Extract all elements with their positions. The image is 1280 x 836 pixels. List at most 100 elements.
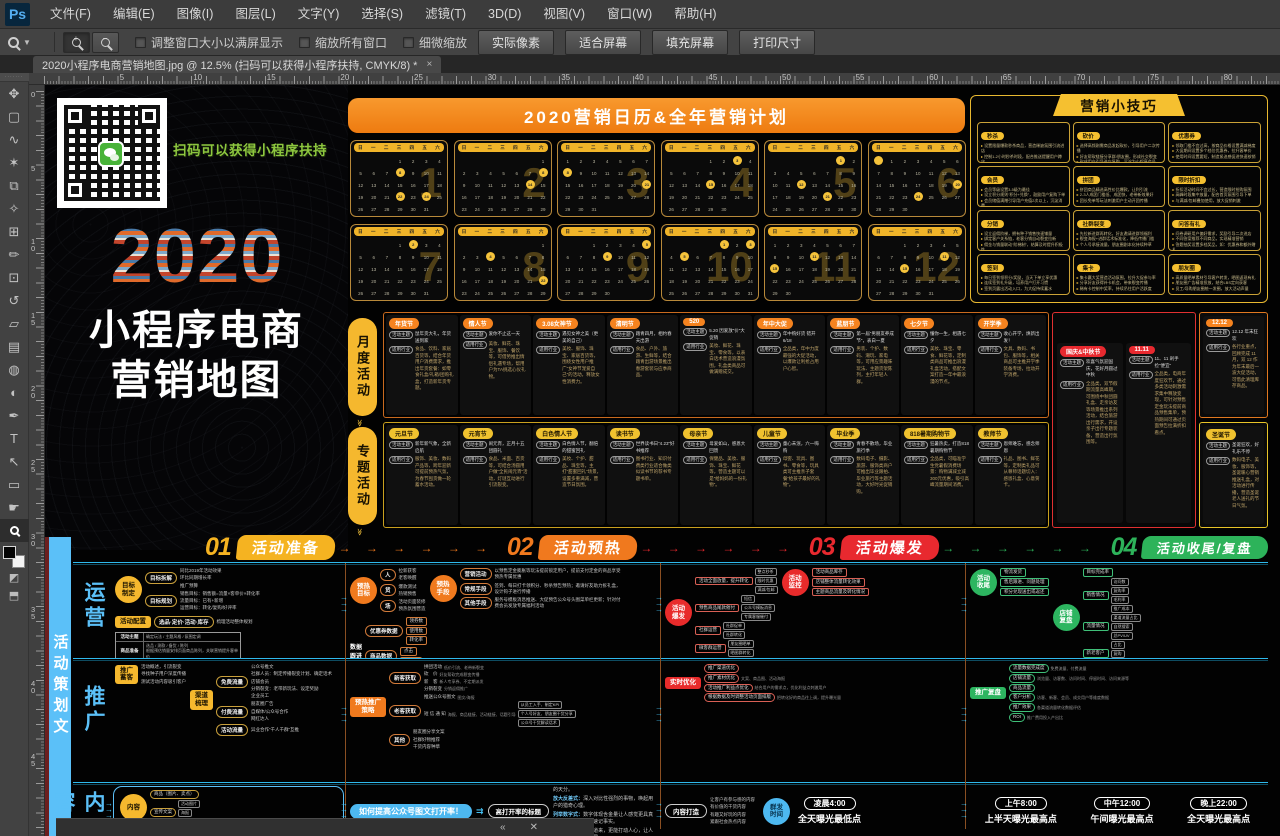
menu-item[interactable]: 选择(S) (350, 0, 414, 29)
path-select-tool[interactable]: ↖ (0, 450, 29, 473)
weekday-label: 日 (462, 145, 467, 151)
shape-tool[interactable]: ▭ (0, 473, 29, 496)
activity-industry: 适用行业全品类，双节假期流量高峰期，可围绕中秋团圆礼盒、走亲访友等场景推出系列活… (1060, 381, 1120, 446)
hand-tool[interactable]: ☛ (0, 496, 29, 519)
mindmap: 店铺 复盘目标完成率销售情况访问数复购率毛利率推广成本流量情况渠道流量占比自然搜… (1053, 568, 1141, 658)
zoom-tool[interactable] (0, 519, 29, 542)
marquee-tool[interactable]: ▢ (0, 105, 29, 128)
calendar-day: 23 (578, 195, 583, 200)
checkbox[interactable] (299, 37, 310, 48)
hidden-window-bar[interactable]: « ✕ (56, 818, 594, 836)
activity-theme: 活动主题世界读书日“4.23”好书推荐 (610, 441, 676, 454)
lasso-tool[interactable]: ∿ (0, 128, 29, 151)
activity-card: 毕业季活动主题青春不散场，毕业旅行季适用行业数码电子、摄影、旅游、服饰类商户可推… (827, 425, 899, 525)
foreground-color-swatch[interactable] (3, 546, 16, 559)
activity-card: 清明节活动主题踏青四月，相约春天出游适用行业食品、户外、旅游、生鲜等，结合踏青出… (607, 315, 679, 415)
crop-tool[interactable]: ⧉ (0, 174, 29, 197)
color-swatches[interactable] (3, 546, 25, 568)
close-icon[interactable]: ✕ (530, 822, 538, 833)
item-row: 社群人员：制定传播裂变计划、确定话术 (251, 671, 332, 677)
gradient-tool[interactable]: ▤ (0, 335, 29, 358)
calendar-day: 2 (606, 243, 609, 248)
healing-brush-tool[interactable]: ⊞ (0, 220, 29, 243)
menu-item[interactable]: 图层(L) (224, 0, 286, 29)
tip-label: 拼团 (1077, 176, 1100, 184)
calendar-day: 3 (425, 159, 428, 164)
weekday-label: 一 (475, 145, 480, 151)
tip-card: 拼团拼团商品精选高性价比爆款，让利引流2-3人成团门槛低、成团快，老带新效果好团… (1073, 166, 1166, 207)
eyedropper-tool[interactable]: ✧ (0, 197, 29, 220)
pen-tool[interactable]: ✒ (0, 404, 29, 427)
calendar-day: 13 (514, 267, 519, 272)
tab-close-icon[interactable]: × (426, 59, 432, 70)
map-item: 流量情况 (1083, 622, 1109, 631)
collapse-icon[interactable]: « (500, 822, 506, 833)
calendar-day: 29 (397, 291, 402, 296)
theme-text: 踏青四月，相约春天出游 (636, 331, 676, 344)
calendar-day: 23 (721, 195, 726, 200)
clone-stamp-tool[interactable]: ⊡ (0, 266, 29, 289)
dodge-tool[interactable]: ◐ (0, 381, 29, 404)
blur-tool[interactable]: ◍ (0, 358, 29, 381)
type-tool[interactable]: T (0, 427, 29, 450)
menu-item[interactable]: 文字(Y) (287, 0, 351, 29)
ruler-number: 80 (1224, 73, 1233, 82)
options-button[interactable]: 实际像素 (478, 30, 554, 55)
activity-card: 蓝朋节活动主题第一届“男朋友养成节”，表白一夏适用行业男装、个护、数码、潮玩、家… (827, 315, 899, 415)
map-item: 拉新获客 (399, 568, 417, 574)
weekday-label: 日 (669, 145, 674, 151)
time-label: 上半天曝光最高点 (985, 812, 1057, 825)
move-tool[interactable]: ✥ (0, 82, 29, 105)
tool-preset-picker[interactable]: ▼ (8, 37, 48, 48)
activity-theme: 活动主题懂你一生，相遇七夕 (904, 331, 970, 344)
photoshop-logo[interactable]: Ps (5, 3, 30, 26)
options-button[interactable]: 适合屏幕 (565, 30, 641, 55)
item-row: 店铺流量浏览量、访客数、访问时间、停留时间、访问来源等 (1009, 674, 1129, 683)
theme-text: 世界读书日“4.23”好书推荐 (636, 441, 676, 454)
zoom-in-button[interactable]: + (63, 32, 90, 53)
menu-item[interactable]: 窗口(W) (596, 0, 663, 29)
tool-panel-grip[interactable]: ······· (0, 73, 29, 82)
calendar-day: 8 (593, 255, 596, 260)
options-button[interactable]: 打印尺寸 (739, 30, 815, 55)
sub-item: 自然搜索 (1111, 623, 1133, 631)
title-oval: 高打开率的标题 (488, 804, 550, 818)
quick-mask-button[interactable]: ◩ (0, 568, 29, 586)
eraser-tool[interactable]: ▱ (0, 312, 29, 335)
calendar-day: 2 (853, 159, 856, 164)
tip-line: 个人号承接流量，朋友圈剧本化持续种草 (1077, 242, 1162, 247)
zoom-out-button[interactable]: − (92, 32, 119, 53)
map-item: 店铺流量 (1009, 674, 1035, 683)
calendar-day: 10 (748, 255, 753, 260)
history-brush-tool[interactable]: ↺ (0, 289, 29, 312)
menu-item[interactable]: 视图(V) (532, 0, 596, 29)
grid-line (73, 658, 1268, 661)
weekday-label: 三 (604, 145, 609, 151)
calendar-day: 28 (644, 195, 649, 200)
tools-list: ✥▢∿✶⧉✧⊞✏⊡↺▱▤◍◐ ✒ T↖▭☛ (0, 82, 29, 542)
weekday-label: 三 (500, 229, 505, 235)
menu-item[interactable]: 图像(I) (166, 0, 225, 29)
brush-tool[interactable]: ✏ (0, 243, 29, 266)
magic-wand-tool[interactable]: ✶ (0, 151, 29, 174)
checkbox[interactable] (135, 37, 146, 48)
options-button[interactable]: 填充屏幕 (652, 30, 728, 55)
menu-item[interactable]: 滤镜(T) (414, 0, 477, 29)
calendar-day: 14 (876, 183, 881, 188)
ruler-number: 0 (31, 91, 35, 98)
menu-item[interactable]: 文件(F) (39, 0, 102, 29)
menu-item[interactable]: 3D(D) (477, 0, 532, 29)
screen-mode-button[interactable]: ⬒ (0, 586, 29, 604)
document-canvas[interactable]: 扫码可以获得小程序扶持 2020 小程序电商 营销地图 2020营销日历&全年营… (45, 85, 1280, 836)
checkbox[interactable] (403, 37, 414, 48)
special-activity-label: 专题活动 (348, 427, 377, 525)
pen-tool-icon: ✒ (9, 408, 20, 424)
item-note: 低价引流、老带新裂变 (444, 665, 484, 670)
activity-industry: 适用行业男装、个护、数码、潮玩、家电等，可用应景趣味玩法、主题货架陈列，主打年轻… (830, 346, 896, 385)
ruler-vertical: 051 01 52 02 53 03 54 04 5 (29, 85, 45, 836)
menu-item[interactable]: 编辑(E) (102, 0, 166, 29)
item-row: 活动商品库存 (812, 568, 870, 577)
document-tab[interactable]: 2020小程序电商营销地图.jpg @ 12.5% (扫码可以获得小程序扶持, … (33, 56, 441, 73)
menu-item[interactable]: 帮助(H) (663, 0, 727, 29)
tip-line: 答题抽奖设置多档奖品，如：优惠券和额外赠礼 (1172, 242, 1257, 251)
